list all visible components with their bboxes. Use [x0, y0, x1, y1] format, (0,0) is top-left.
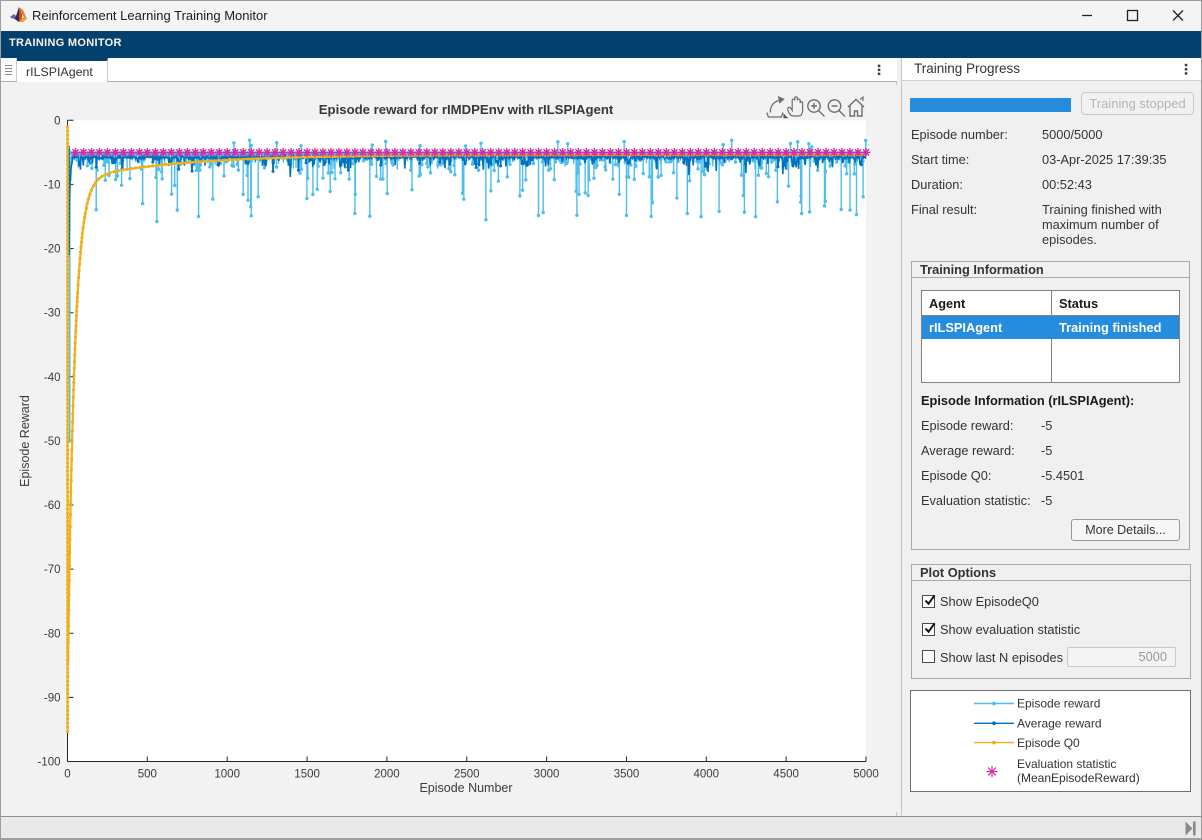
svg-text:-70: -70	[44, 564, 61, 576]
svg-text:-60: -60	[44, 500, 61, 512]
svg-text:-90: -90	[44, 692, 61, 704]
svg-text:-40: -40	[44, 372, 61, 384]
svg-text:1000: 1000	[214, 769, 240, 781]
svg-text:Episode Number: Episode Number	[419, 781, 512, 795]
svg-text:500: 500	[138, 769, 157, 781]
svg-text:2500: 2500	[454, 769, 480, 781]
svg-text:Episode reward: Episode reward	[1017, 697, 1100, 711]
svg-text:Average reward: Average reward	[1017, 717, 1102, 731]
svg-text:Episode reward for rIMDPEnv wi: Episode reward for rIMDPEnv with rILSPIA…	[319, 102, 614, 117]
svg-text:-10: -10	[44, 179, 61, 191]
svg-text:-30: -30	[44, 308, 61, 320]
svg-text:5000: 5000	[853, 769, 879, 781]
svg-text:3000: 3000	[534, 769, 560, 781]
svg-text:3500: 3500	[614, 769, 640, 781]
svg-text:0: 0	[64, 769, 70, 781]
svg-text:-100: -100	[37, 757, 60, 769]
svg-text:-80: -80	[44, 628, 61, 640]
svg-text:2000: 2000	[374, 769, 400, 781]
svg-text:Episode Q0: Episode Q0	[1017, 736, 1080, 750]
svg-text:1500: 1500	[294, 769, 320, 781]
svg-text:Episode Reward: Episode Reward	[18, 395, 32, 487]
svg-text:-20: -20	[44, 244, 61, 256]
svg-text:-50: -50	[44, 436, 61, 448]
svg-text:4000: 4000	[694, 769, 720, 781]
svg-text:4500: 4500	[773, 769, 799, 781]
svg-text:0: 0	[54, 115, 60, 127]
svg-text:(MeanEpisodeReward): (MeanEpisodeReward)	[1017, 771, 1140, 785]
svg-text:Evaluation statistic: Evaluation statistic	[1017, 757, 1116, 771]
